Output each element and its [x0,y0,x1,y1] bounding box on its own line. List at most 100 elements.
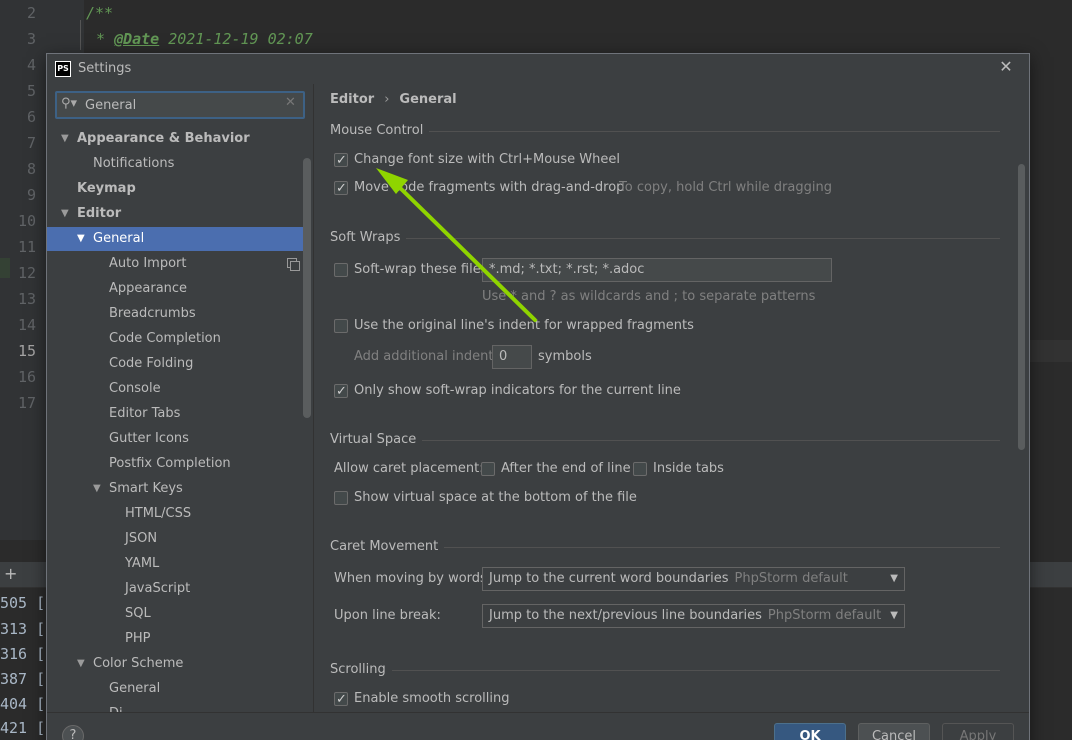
tree-color-scheme-general[interactable]: General [47,677,311,701]
additional-indent-suffix: symbols [538,349,592,364]
search-icon[interactable]: ⚲▾ [61,96,77,111]
tree-editor-general[interactable]: ▼ General [47,227,311,251]
tree-item-label: Notifications [93,156,175,171]
tree-item-label: Color Scheme [93,656,184,671]
tree-json[interactable]: JSON [47,527,311,551]
chevron-down-icon[interactable]: ▼ [77,652,85,676]
fold-guide [80,20,81,50]
checkbox-label: Use the original line's indent for wrapp… [354,318,694,333]
original-indent-checkbox[interactable] [334,319,348,333]
cancel-button[interactable]: Cancel [858,723,930,740]
additional-indent-input[interactable]: 0 [492,345,532,369]
breadcrumb-current: General [399,92,457,107]
search-input[interactable] [85,96,275,114]
apply-button[interactable]: Apply [942,723,1014,740]
line-number: 10 [17,212,36,230]
tree-postfix-completion[interactable]: Postfix Completion [47,452,311,476]
copy-icon [287,258,300,271]
tree-item-label: Smart Keys [109,481,183,496]
ok-button[interactable]: OK [774,723,846,740]
tree-code-completion[interactable]: Code Completion [47,327,311,351]
tree-console[interactable]: Console [47,377,311,401]
soft-wrap-files-checkbox[interactable] [334,263,348,277]
settings-dialog: PS Settings ✕ ⚲▾ ✕ ▼ Appearance & Behavi… [46,53,1030,740]
tree-yaml[interactable]: YAML [47,552,311,576]
clear-search-icon[interactable]: ✕ [285,95,296,110]
show-virtual-space-checkbox[interactable] [334,491,348,505]
terminal-line: 313 [ [0,620,46,638]
chevron-down-icon[interactable]: ▼ [61,127,69,151]
chevron-down-icon[interactable]: ▼ [77,227,85,251]
line-number: 11 [17,238,36,256]
after-end-checkbox[interactable] [481,462,495,476]
checkbox-label: Show virtual space at the bottom of the … [354,490,637,505]
terminal-line: 421 [ [0,719,46,737]
move-code-checkbox[interactable] [334,179,348,199]
tree-sql[interactable]: SQL [47,602,311,626]
tree-item-label: General [109,681,161,696]
move-code-option[interactable]: Move code fragments with drag-and-drop T… [334,178,934,199]
content-scrollbar[interactable] [1018,164,1025,450]
dialog-footer: ? OK Cancel Apply [47,712,1029,740]
dialog-title-bar[interactable]: PS Settings ✕ [47,54,1029,84]
tree-color-scheme[interactable]: ▼ Color Scheme [47,652,311,676]
tree-gutter-icons[interactable]: Gutter Icons [47,427,311,451]
tree-item-label: Postfix Completion [109,456,231,471]
tree-item-label: YAML [125,556,160,571]
tree-diff[interactable]: Di... [47,702,311,712]
tree-appearance-behavior[interactable]: ▼ Appearance & Behavior [47,127,311,151]
tree-editor-tabs[interactable]: Editor Tabs [47,402,311,426]
tree-item-label: Editor [77,206,122,221]
chevron-down-icon[interactable]: ▼ [61,202,69,226]
section-virtual-space: Virtual Space [330,432,1000,448]
editor-right-strip [1028,390,1072,560]
tree-appearance[interactable]: Appearance [47,277,311,301]
tree-scrollbar[interactable] [303,158,311,418]
tree-item-label: Code Completion [109,331,221,346]
tree-notifications[interactable]: Notifications [47,152,311,176]
line-number-current: 15 [17,342,36,360]
allow-caret-label: Allow caret placement: [334,461,484,476]
line-break-label: Upon line break: [334,608,441,623]
tree-auto-import[interactable]: Auto Import [47,252,311,276]
breadcrumb-parent[interactable]: Editor [330,92,374,107]
tree-keymap[interactable]: Keymap [47,177,311,201]
tree-item-label: Breadcrumbs [109,306,196,321]
section-title: Mouse Control [330,123,430,138]
only-current-line-checkbox[interactable] [334,382,348,402]
line-break-select[interactable]: Jump to the next/previous line boundarie… [482,604,905,628]
code-comment-line: * @Date 2021-12-19 02:07 [96,30,313,48]
tree-editor[interactable]: ▼ Editor [47,202,311,226]
terminal-line: 316 [ [0,645,46,663]
breadcrumb-separator: › [384,92,390,107]
change-font-size-checkbox[interactable] [334,151,348,171]
checkbox-label: Change font size with Ctrl+Mouse Wheel [354,152,620,167]
tree-code-folding[interactable]: Code Folding [47,352,311,376]
moving-by-words-select[interactable]: Jump to the current word boundaries PhpSt… [482,567,905,591]
close-icon[interactable]: ✕ [997,58,1015,76]
smooth-scrolling-checkbox[interactable] [334,690,348,710]
inside-tabs-checkbox[interactable] [633,462,647,476]
section-title: Soft Wraps [330,230,407,245]
line-number: 16 [17,368,36,386]
select-value: Jump to the current word boundaries [489,571,729,586]
section-title: Virtual Space [330,432,423,447]
phpstorm-app-icon: PS [55,61,71,77]
tree-javascript[interactable]: JavaScript [47,577,311,601]
chevron-down-icon[interactable]: ▼ [93,477,101,501]
tree-html-css[interactable]: HTML/CSS [47,502,311,526]
tree-breadcrumbs[interactable]: Breadcrumbs [47,302,311,326]
section-divider [330,238,1000,239]
add-icon[interactable]: + [4,564,17,583]
tree-php[interactable]: PHP [47,627,311,651]
help-button[interactable]: ? [62,725,84,740]
section-mouse-control: Mouse Control [330,123,1000,139]
line-number: 2 [26,4,36,22]
select-value: Jump to the next/previous line boundarie… [489,608,762,623]
line-number: 3 [26,30,36,48]
doc-tag: @Date [114,30,160,48]
doc-tag-value: 2021-12-19 02:07 [159,30,313,48]
line-number: 17 [17,394,36,412]
soft-wrap-files-input[interactable]: *.md; *.txt; *.rst; *.adoc [482,258,832,282]
tree-smart-keys[interactable]: ▼ Smart Keys [47,477,311,501]
